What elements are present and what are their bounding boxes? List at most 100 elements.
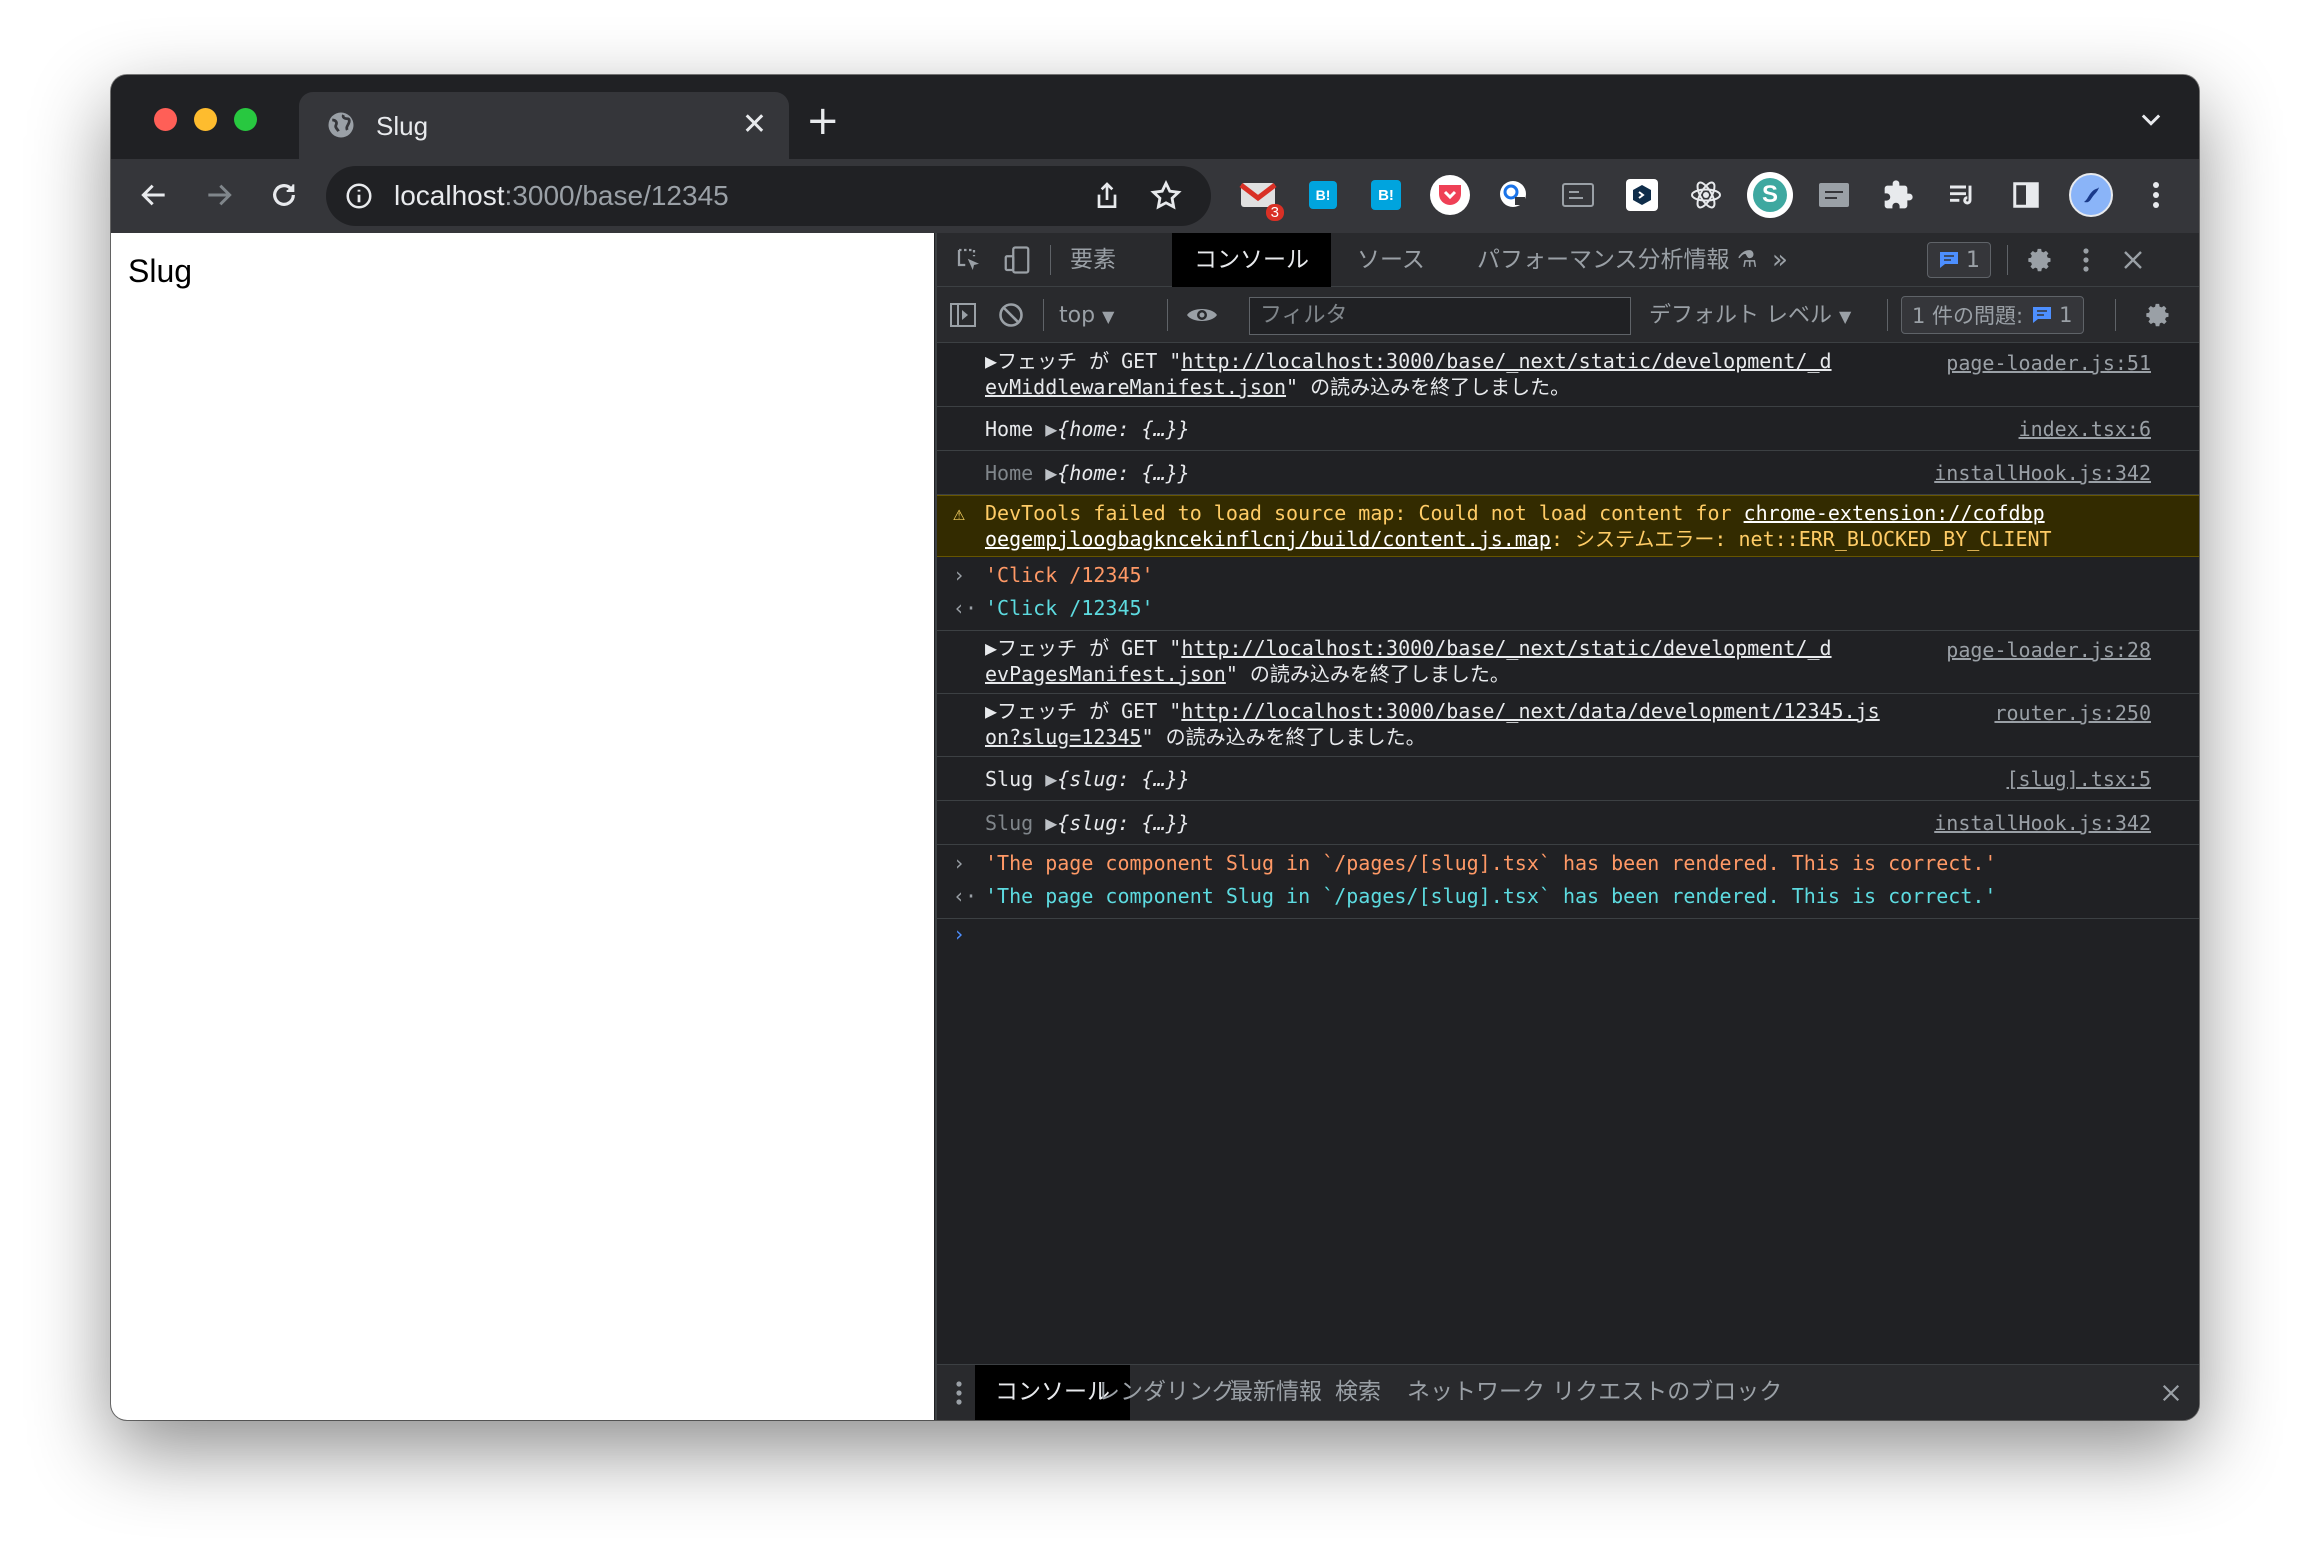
warning-text-cont: oegempjloogbagkncekinflcnj/build/content… xyxy=(985,526,2151,552)
new-tab-button[interactable]: + xyxy=(806,101,840,141)
reading-list-icon xyxy=(1950,185,1972,205)
drawer-menu-button[interactable] xyxy=(949,1377,969,1409)
extension-7[interactable] xyxy=(1622,175,1662,215)
drawer-close-button[interactable] xyxy=(2155,1377,2187,1409)
devtools-close-button[interactable] xyxy=(2117,244,2149,276)
fetch-url-cont[interactable]: evPagesManifest.json xyxy=(985,662,1226,686)
chrome-menu-button[interactable] xyxy=(2136,175,2176,215)
tab-performance-insights[interactable]: パフォーマンス分析情報 ⚗ xyxy=(1477,233,1757,287)
warning-url-cont[interactable]: oegempjloogbagkncekinflcnj/build/content… xyxy=(985,527,1551,551)
console-message[interactable]: Home ▶{home: {…}} index.tsx:6 xyxy=(937,407,2199,451)
devtools-settings-button[interactable] xyxy=(2024,244,2056,276)
inspect-element-button[interactable] xyxy=(953,244,985,276)
console-filter-input[interactable]: フィルタ xyxy=(1249,297,1631,335)
console-message[interactable]: Slug ▶{slug: {…}} installHook.js:342 xyxy=(937,801,2199,845)
gmail-extension[interactable]: 3 xyxy=(1238,175,1284,221)
tab-sources[interactable]: ソース xyxy=(1357,233,1425,287)
console-result[interactable]: ‹· 'The page component Slug in `/pages/[… xyxy=(937,881,2199,919)
fetch-url-cont[interactable]: on?slug=12345 xyxy=(985,725,1142,749)
extension-6[interactable] xyxy=(1558,175,1598,215)
issues-counter-button[interactable]: 1 xyxy=(1927,242,1991,278)
console-input-echo[interactable]: › 'The page component Slug in `/pages/[s… xyxy=(937,845,2199,881)
extension-5[interactable] xyxy=(1494,175,1534,215)
console-warning[interactable]: ⚠ DevTools failed to load source map: Co… xyxy=(937,495,2199,557)
close-window-button[interactable] xyxy=(154,108,177,131)
live-expression-button[interactable] xyxy=(1182,299,1222,331)
issues-button[interactable]: 1 件の問題: 1 xyxy=(1901,296,2084,334)
zoom-window-button[interactable] xyxy=(234,108,257,131)
drawer-tab-whats-new[interactable]: 最新情報 xyxy=(1230,1365,1322,1420)
context-selector[interactable]: top ▼ xyxy=(1059,289,1114,343)
devtools-menu-button[interactable] xyxy=(2070,244,2102,276)
issues-count: 1 xyxy=(2059,303,2073,327)
reading-list-button[interactable] xyxy=(1942,175,1982,215)
block-icon xyxy=(999,303,1023,327)
info-icon[interactable] xyxy=(344,181,374,211)
source-link[interactable]: [slug].tsx:5 xyxy=(2007,757,2152,801)
drawer-tab-search[interactable]: 検索 xyxy=(1335,1365,1381,1420)
globe-icon xyxy=(328,112,354,138)
tab-elements[interactable]: 要素 xyxy=(1070,233,1116,287)
fetch-url[interactable]: http://localhost:3000/base/_next/static/… xyxy=(1181,349,1831,373)
drawer-tab-network-request-blocking[interactable]: ネットワーク リクエストのブロック xyxy=(1407,1365,1782,1420)
source-link[interactable]: router.js:250 xyxy=(1994,700,2151,726)
console-messages: ▶フェッチ が GET "http://localhost:3000/base/… xyxy=(937,344,2199,959)
chevron-down-icon[interactable] xyxy=(2137,105,2165,133)
reload-button[interactable] xyxy=(266,177,302,213)
log-object[interactable]: {slug: {…}} xyxy=(1057,811,1189,835)
source-link[interactable]: installHook.js:342 xyxy=(1934,801,2151,845)
bookmark-star-icon[interactable] xyxy=(1149,179,1183,213)
more-tabs-button[interactable]: » xyxy=(1772,233,1788,287)
address-bar[interactable]: localhost:3000/base/12345 xyxy=(326,166,1211,226)
share-icon[interactable] xyxy=(1091,180,1123,212)
forward-button[interactable] xyxy=(201,177,237,213)
fetch-message-cont: evMiddlewareManifest.json" の読み込みを終了しました。 xyxy=(985,374,2151,400)
tab-console[interactable]: コンソール xyxy=(1172,233,1331,287)
console-settings-button[interactable] xyxy=(2142,299,2174,331)
console-message[interactable]: ▶フェッチ が GET "http://localhost:3000/base/… xyxy=(937,694,2199,757)
source-link[interactable]: page-loader.js:28 xyxy=(1946,637,2151,663)
fetch-url[interactable]: http://localhost:3000/base/_next/static/… xyxy=(1181,636,1831,660)
minimize-window-button[interactable] xyxy=(194,108,217,131)
expand-triangle-icon[interactable]: ▶ xyxy=(1045,767,1057,791)
react-devtools-extension[interactable] xyxy=(1686,175,1726,215)
source-link[interactable]: index.tsx:6 xyxy=(2019,407,2151,451)
tab-close-icon[interactable]: ✕ xyxy=(742,108,767,142)
expand-triangle-icon[interactable]: ▶ xyxy=(1045,417,1057,441)
s-extension[interactable]: S xyxy=(1747,172,1793,218)
expand-triangle-icon[interactable]: ▶ xyxy=(1045,811,1057,835)
result-arrow-icon: ‹· xyxy=(953,884,978,908)
log-object[interactable]: {home: {…}} xyxy=(1057,461,1189,485)
log-object[interactable]: {slug: {…}} xyxy=(1057,767,1189,791)
hatena-b2-extension[interactable]: B! xyxy=(1366,175,1406,215)
arrow-left-icon xyxy=(141,184,165,206)
clear-console-button[interactable] xyxy=(995,299,1027,331)
back-button[interactable] xyxy=(136,177,172,213)
console-message[interactable]: ▶フェッチ が GET "http://localhost:3000/base/… xyxy=(937,631,2199,694)
console-message[interactable]: Home ▶{home: {…}} installHook.js:342 xyxy=(937,451,2199,495)
device-toolbar-button[interactable] xyxy=(1001,244,1033,276)
browser-tab[interactable]: Slug ✕ xyxy=(299,92,789,159)
console-result[interactable]: ‹· 'Click /12345' xyxy=(937,593,2199,631)
extensions-menu-button[interactable] xyxy=(1878,175,1918,215)
console-prompt[interactable]: › xyxy=(937,919,2199,959)
console-message[interactable]: Slug ▶{slug: {…}} [slug].tsx:5 xyxy=(937,757,2199,801)
fetch-url[interactable]: http://localhost:3000/base/_next/data/de… xyxy=(1181,699,1879,723)
hatena-b-extension[interactable]: B! xyxy=(1303,175,1343,215)
fetch-suffix: " の読み込みを終了しました。 xyxy=(1225,662,1510,686)
log-level-dropdown[interactable]: デフォルト レベル ▼ xyxy=(1649,289,1851,343)
drawer-tab-rendering[interactable]: レンダリング xyxy=(1097,1365,1235,1420)
side-panel-button[interactable] xyxy=(2006,175,2046,215)
show-sidebar-button[interactable] xyxy=(947,299,979,331)
pocket-extension[interactable] xyxy=(1430,175,1470,215)
console-message[interactable]: ▶フェッチ が GET "http://localhost:3000/base/… xyxy=(937,344,2199,407)
log-object[interactable]: {home: {…}} xyxy=(1057,417,1189,441)
extension-10[interactable] xyxy=(1814,175,1854,215)
fetch-url-cont[interactable]: evMiddlewareManifest.json xyxy=(985,375,1286,399)
source-link[interactable]: installHook.js:342 xyxy=(1934,451,2151,495)
source-link[interactable]: page-loader.js:51 xyxy=(1946,350,2151,376)
expand-triangle-icon[interactable]: ▶ xyxy=(1045,461,1057,485)
warning-url[interactable]: chrome-extension://cofdbp xyxy=(1744,501,2045,525)
profile-button[interactable] xyxy=(2069,173,2113,217)
console-input-echo[interactable]: › 'Click /12345' xyxy=(937,557,2199,593)
